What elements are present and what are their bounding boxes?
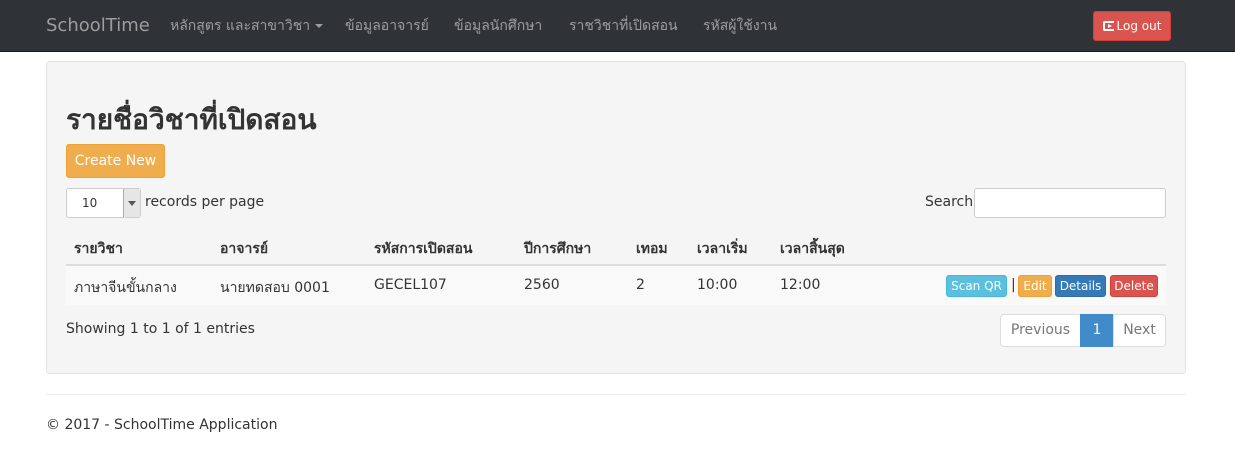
details-button[interactable]: Details [1055, 275, 1106, 297]
cell-start-time: 10:00 [697, 277, 738, 293]
footer-text: © 2017 - SchoolTime Application [46, 417, 278, 433]
cell-end-time: 12:00 [780, 277, 821, 293]
footer-divider [46, 394, 1186, 395]
pagination-previous[interactable]: Previous [1000, 314, 1081, 347]
table-info: Showing 1 to 1 of 1 entries [66, 321, 255, 337]
cell-course: ภาษาจีนขั้นกลาง [74, 280, 177, 296]
pagination-page-1[interactable]: 1 [1080, 314, 1114, 347]
column-header-course[interactable]: รายวิชา [74, 238, 123, 260]
logout-button[interactable]: Log out [1093, 11, 1171, 41]
nav-users[interactable]: รหัสผู้ใช้งาน [703, 0, 777, 52]
column-header-end-time[interactable]: เวลาสิ้นสุด [780, 238, 845, 260]
cell-academic-year: 2560 [524, 277, 560, 293]
nav-teachers[interactable]: ข้อมูลอาจารย์ [345, 0, 429, 52]
column-header-term[interactable]: เทอม [636, 238, 668, 260]
records-per-page-label: records per page [145, 194, 265, 210]
records-per-page-value: 10 [82, 196, 98, 210]
column-header-teacher[interactable]: อาจารย์ [220, 238, 268, 260]
cell-section-code: GECEL107 [374, 277, 447, 293]
logout-icon [1102, 21, 1114, 31]
nav-courses[interactable]: ราชวิชาที่เปิดสอน [569, 0, 678, 52]
nav-students[interactable]: ข้อมูลนักศึกษา [454, 0, 542, 52]
create-new-button[interactable]: Create New [66, 144, 165, 178]
search-input[interactable] [974, 188, 1166, 218]
action-separator: | [1011, 277, 1016, 293]
cell-teacher: นายทดสอบ 0001 [220, 280, 330, 296]
nav-curriculum-label: หลักสูตร และสาขาวิชา [170, 18, 311, 34]
brand-logo[interactable]: SchoolTime [46, 0, 150, 52]
logout-label: Log out [1116, 19, 1162, 33]
column-header-academic-year[interactable]: ปีการศึกษา [524, 238, 591, 260]
column-header-section-code[interactable]: รหัสการเปิดสอน [374, 238, 472, 260]
edit-button[interactable]: Edit [1018, 275, 1052, 297]
nav-curriculum-dropdown[interactable]: หลักสูตร และสาขาวิชา [170, 0, 324, 52]
page-title: รายชื่อวิชาที่เปิดสอน [66, 103, 317, 136]
search-label: Search: [925, 194, 978, 210]
select-arrow-icon [123, 189, 140, 217]
delete-button[interactable]: Delete [1110, 275, 1158, 297]
caret-down-icon [315, 24, 324, 28]
records-per-page-select[interactable]: 10 [66, 188, 141, 218]
cell-term: 2 [636, 277, 645, 293]
navbar: SchoolTime หลักสูตร และสาขาวิชา ข้อมูลอา… [0, 0, 1235, 52]
pagination-next[interactable]: Next [1113, 314, 1166, 347]
column-header-start-time[interactable]: เวลาเริ่ม [697, 238, 748, 260]
scan-qr-button[interactable]: Scan QR [946, 275, 1007, 297]
